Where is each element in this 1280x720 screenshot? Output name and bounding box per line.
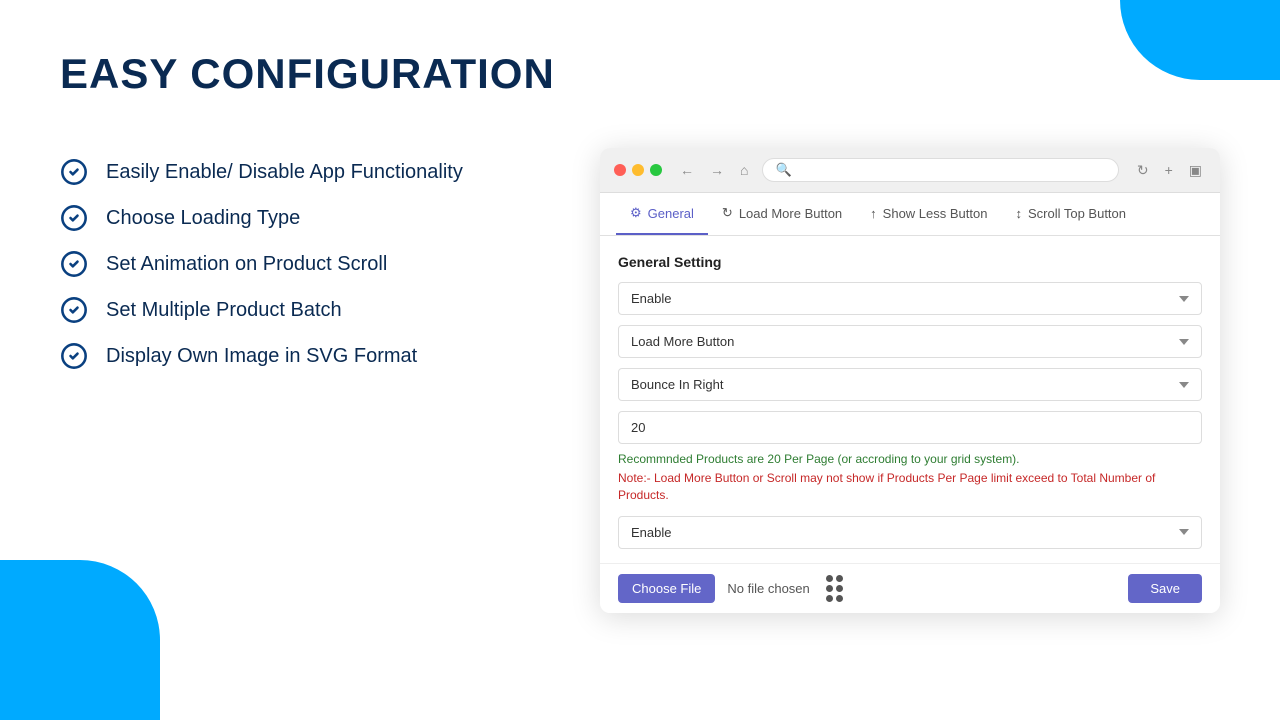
tab-icon: ↑ — [870, 206, 877, 221]
browser-footer: Choose File No file chosen Save — [600, 563, 1220, 613]
add-tab-button[interactable]: + — [1161, 160, 1177, 180]
dot-green — [650, 164, 662, 176]
check-icon — [60, 296, 88, 324]
page-title: EASY CONFIGURATION — [60, 50, 1220, 98]
check-icon — [60, 250, 88, 278]
choose-file-button[interactable]: Choose File — [618, 574, 715, 603]
browser-body: General Setting Enable Load More Button … — [600, 236, 1220, 563]
hint-green: Recommnded Products are 20 Per Page (or … — [618, 452, 1202, 466]
settings-tabs: ⚙ General ↻ Load More Button ↑ Show Less Butt… — [600, 193, 1220, 236]
feature-item-feat-2: Choose Loading Type — [60, 204, 540, 232]
home-button[interactable]: ⌂ — [736, 160, 752, 180]
forward-button[interactable]: → — [706, 160, 728, 180]
search-icon: 🔍 — [775, 162, 791, 178]
tab-icon: ⚙ — [630, 205, 642, 221]
animation-select[interactable]: Bounce In Right — [618, 368, 1202, 401]
extensions-button[interactable]: ▣ — [1185, 160, 1206, 181]
browser-actions: ↻ + ▣ — [1133, 160, 1206, 181]
browser-nav: ← → ⌂ — [676, 160, 752, 180]
tab-label: General — [648, 206, 694, 221]
check-icon — [60, 342, 88, 370]
enable-select[interactable]: Enable — [618, 282, 1202, 315]
browser-window: ← → ⌂ 🔍 ↻ + ▣ ⚙ General ↻ Load More Button ↑… — [600, 148, 1220, 613]
feature-text: Set Multiple Product Batch — [106, 299, 342, 322]
dot-red — [614, 164, 626, 176]
browser-toolbar: ← → ⌂ 🔍 ↻ + ▣ — [600, 148, 1220, 193]
check-icon — [60, 204, 88, 232]
tab-icon: ↻ — [722, 205, 733, 221]
tab-tab-scroll-top[interactable]: ↕ Scroll Top Button — [1001, 193, 1140, 235]
feature-text: Choose Loading Type — [106, 207, 300, 230]
section-title: General Setting — [618, 254, 1202, 270]
dot-3 — [826, 585, 833, 592]
features-list: Easily Enable/ Disable App Functionality… — [60, 158, 540, 370]
feature-text: Display Own Image in SVG Format — [106, 345, 417, 368]
hint-red: Note:- Load More Button or Scroll may no… — [618, 470, 1202, 504]
enable2-select[interactable]: Enable — [618, 516, 1202, 549]
dot-4 — [836, 585, 843, 592]
tab-tab-load-more[interactable]: ↻ Load More Button — [708, 193, 856, 235]
tab-icon: ↕ — [1015, 206, 1022, 221]
feature-item-feat-1: Easily Enable/ Disable App Functionality — [60, 158, 540, 186]
dot-1 — [826, 575, 833, 582]
feature-text: Set Animation on Product Scroll — [106, 253, 387, 276]
tab-label: Scroll Top Button — [1028, 206, 1126, 221]
back-button[interactable]: ← — [676, 160, 698, 180]
refresh-button[interactable]: ↻ — [1133, 160, 1153, 181]
browser-search-bar[interactable]: 🔍 — [762, 158, 1118, 182]
feature-item-feat-5: Display Own Image in SVG Format — [60, 342, 540, 370]
file-name: No file chosen — [727, 581, 809, 596]
batch-input[interactable] — [618, 411, 1202, 444]
dot-yellow — [632, 164, 644, 176]
dot-5 — [826, 595, 833, 602]
tab-tab-show-less[interactable]: ↑ Show Less Button — [856, 193, 1001, 235]
feature-text: Easily Enable/ Disable App Functionality — [106, 161, 463, 184]
load-type-select[interactable]: Load More Button — [618, 325, 1202, 358]
browser-traffic-lights — [614, 164, 662, 176]
tab-tab-general[interactable]: ⚙ General — [616, 193, 708, 235]
check-icon — [60, 158, 88, 186]
tab-label: Show Less Button — [883, 206, 988, 221]
feature-item-feat-3: Set Animation on Product Scroll — [60, 250, 540, 278]
feature-item-feat-4: Set Multiple Product Batch — [60, 296, 540, 324]
dot-6 — [836, 595, 843, 602]
dot-2 — [836, 575, 843, 582]
loading-dots-icon — [826, 575, 850, 602]
save-button[interactable]: Save — [1128, 574, 1202, 603]
tab-label: Load More Button — [739, 206, 842, 221]
